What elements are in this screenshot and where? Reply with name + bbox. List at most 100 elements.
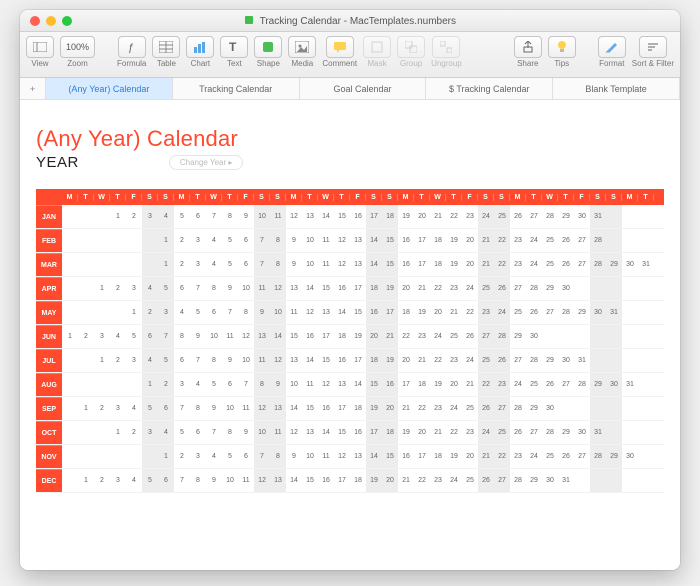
day-cell[interactable]: 15 <box>318 277 334 300</box>
day-cell[interactable] <box>62 229 78 252</box>
day-cell[interactable]: 30 <box>606 373 622 396</box>
day-cell[interactable]: 16 <box>366 301 382 324</box>
day-cell[interactable] <box>126 253 142 276</box>
day-cell[interactable]: 16 <box>318 397 334 420</box>
day-cell[interactable]: 28 <box>494 325 510 348</box>
day-cell[interactable]: 23 <box>446 277 462 300</box>
day-cell[interactable] <box>62 301 78 324</box>
day-cell[interactable]: 29 <box>590 373 606 396</box>
day-cell[interactable]: 18 <box>398 301 414 324</box>
day-cell[interactable]: 14 <box>270 325 286 348</box>
day-cell[interactable]: 6 <box>190 205 206 228</box>
mask-button[interactable] <box>363 36 391 58</box>
day-cell[interactable]: 18 <box>430 229 446 252</box>
day-cell[interactable] <box>638 373 654 396</box>
day-cell[interactable]: 23 <box>430 397 446 420</box>
day-cell[interactable]: 26 <box>494 277 510 300</box>
day-cell[interactable]: 31 <box>590 421 606 444</box>
shape-button[interactable] <box>254 36 282 58</box>
day-cell[interactable]: 3 <box>142 421 158 444</box>
day-cell[interactable]: 13 <box>270 397 286 420</box>
day-cell[interactable]: 26 <box>478 397 494 420</box>
add-sheet-button[interactable]: + <box>20 78 46 99</box>
day-cell[interactable]: 14 <box>286 469 302 492</box>
change-year-button[interactable]: Change Year ▸ <box>169 155 244 170</box>
day-cell[interactable]: 2 <box>78 325 94 348</box>
day-cell[interactable] <box>638 445 654 468</box>
day-cell[interactable]: 17 <box>366 205 382 228</box>
day-cell[interactable]: 11 <box>318 229 334 252</box>
day-cell[interactable]: 1 <box>126 301 142 324</box>
day-cell[interactable]: 23 <box>414 325 430 348</box>
day-cell[interactable]: 14 <box>302 349 318 372</box>
format-button[interactable] <box>598 36 626 58</box>
day-cell[interactable] <box>638 421 654 444</box>
day-cell[interactable]: 18 <box>334 325 350 348</box>
day-cell[interactable] <box>558 397 574 420</box>
day-cell[interactable]: 13 <box>254 325 270 348</box>
day-cell[interactable] <box>606 349 622 372</box>
day-cell[interactable]: 5 <box>174 421 190 444</box>
day-cell[interactable]: 23 <box>430 469 446 492</box>
day-cell[interactable]: 5 <box>190 301 206 324</box>
day-cell[interactable]: 7 <box>254 229 270 252</box>
sheet-tab[interactable]: (Any Year) Calendar <box>46 78 173 99</box>
day-cell[interactable]: 12 <box>254 469 270 492</box>
day-cell[interactable]: 8 <box>206 277 222 300</box>
day-cell[interactable]: 21 <box>446 301 462 324</box>
sheet-tab[interactable]: $ Tracking Calendar <box>426 78 553 99</box>
day-cell[interactable] <box>606 229 622 252</box>
day-cell[interactable]: 23 <box>510 253 526 276</box>
day-cell[interactable] <box>542 325 558 348</box>
day-cell[interactable]: 23 <box>478 301 494 324</box>
day-cell[interactable]: 20 <box>382 397 398 420</box>
day-cell[interactable]: 23 <box>462 205 478 228</box>
day-cell[interactable]: 20 <box>462 229 478 252</box>
day-cell[interactable]: 25 <box>542 445 558 468</box>
day-cell[interactable]: 29 <box>526 397 542 420</box>
day-cell[interactable]: 24 <box>494 301 510 324</box>
day-cell[interactable]: 10 <box>270 301 286 324</box>
day-cell[interactable]: 12 <box>270 349 286 372</box>
day-cell[interactable]: 14 <box>334 301 350 324</box>
day-cell[interactable]: 30 <box>558 277 574 300</box>
day-cell[interactable]: 24 <box>510 373 526 396</box>
day-cell[interactable]: 2 <box>126 205 142 228</box>
day-cell[interactable]: 8 <box>270 253 286 276</box>
day-cell[interactable]: 7 <box>238 373 254 396</box>
day-cell[interactable] <box>94 373 110 396</box>
day-cell[interactable] <box>590 397 606 420</box>
day-cell[interactable]: 20 <box>382 469 398 492</box>
day-cell[interactable]: 5 <box>158 277 174 300</box>
day-cell[interactable] <box>606 277 622 300</box>
day-cell[interactable] <box>62 253 78 276</box>
day-cell[interactable] <box>574 277 590 300</box>
day-cell[interactable]: 25 <box>478 277 494 300</box>
day-cell[interactable] <box>62 373 78 396</box>
day-cell[interactable]: 24 <box>526 253 542 276</box>
day-cell[interactable]: 7 <box>158 325 174 348</box>
day-cell[interactable]: 22 <box>446 421 462 444</box>
comment-button[interactable] <box>326 36 354 58</box>
day-cell[interactable]: 14 <box>302 277 318 300</box>
day-cell[interactable]: 16 <box>382 373 398 396</box>
day-cell[interactable]: 24 <box>478 421 494 444</box>
day-cell[interactable]: 13 <box>286 349 302 372</box>
day-cell[interactable]: 2 <box>94 397 110 420</box>
day-cell[interactable]: 22 <box>398 325 414 348</box>
day-cell[interactable] <box>126 373 142 396</box>
day-cell[interactable]: 27 <box>526 205 542 228</box>
day-cell[interactable]: 10 <box>222 397 238 420</box>
media-button[interactable] <box>288 36 316 58</box>
day-cell[interactable]: 17 <box>350 277 366 300</box>
day-cell[interactable]: 12 <box>318 373 334 396</box>
day-cell[interactable]: 5 <box>142 397 158 420</box>
day-cell[interactable]: 11 <box>222 325 238 348</box>
day-cell[interactable]: 25 <box>494 205 510 228</box>
day-cell[interactable]: 30 <box>590 301 606 324</box>
day-cell[interactable]: 30 <box>622 253 638 276</box>
day-cell[interactable]: 3 <box>110 469 126 492</box>
day-cell[interactable]: 20 <box>462 445 478 468</box>
day-cell[interactable]: 2 <box>126 421 142 444</box>
day-cell[interactable] <box>94 205 110 228</box>
